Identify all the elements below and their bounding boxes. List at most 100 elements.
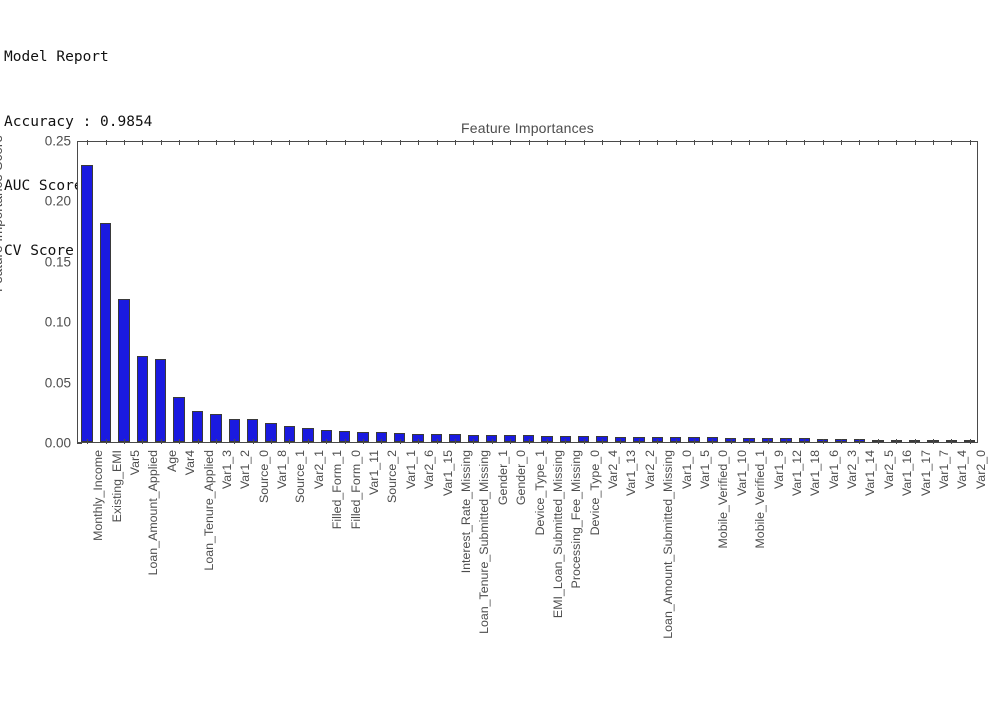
bar-slot	[814, 140, 832, 442]
y-tick-label: 0.10	[44, 314, 71, 330]
bar-slot	[483, 140, 501, 442]
bar-slot	[188, 140, 206, 442]
bar-slot	[593, 140, 611, 442]
x-tick-mark	[418, 439, 420, 444]
x-tick-mark-top	[344, 140, 346, 145]
x-tick-mark-top	[160, 140, 162, 145]
x-tick-label: Var2_2	[642, 450, 657, 490]
x-tick-mark-top	[215, 140, 217, 145]
x-tick-mark	[234, 439, 236, 444]
x-tick-label: Var1_18	[808, 450, 823, 496]
x-tick-label: Var1_16	[900, 450, 915, 496]
y-tick-mark	[77, 443, 82, 444]
x-tick-mark-top	[675, 140, 677, 145]
x-tick-mark	[730, 439, 732, 444]
bar-slot	[464, 140, 482, 442]
y-tick-label: 0.05	[44, 375, 71, 391]
x-tick-mark-top	[491, 140, 493, 145]
x-tick-mark	[933, 439, 935, 444]
x-tick-mark	[914, 439, 916, 444]
bar	[81, 165, 93, 442]
bar-slot	[905, 140, 923, 442]
x-tick-mark-top	[142, 140, 144, 145]
bar-slot	[78, 140, 96, 442]
bar-slot	[832, 140, 850, 442]
x-tick-mark	[160, 439, 162, 444]
bar	[136, 356, 149, 442]
x-tick-mark-top	[105, 140, 107, 145]
bar-slot	[446, 140, 464, 442]
x-tick-mark-top	[510, 140, 512, 145]
x-tick-mark	[785, 439, 787, 444]
bar-slot	[519, 140, 537, 442]
x-tick-mark	[142, 439, 144, 444]
y-tick-label: 0.25	[44, 133, 71, 149]
bar-slot	[225, 140, 243, 442]
x-tick-mark-top	[933, 140, 935, 145]
x-tick-label: Source_0	[256, 450, 271, 504]
bar-series	[78, 142, 977, 442]
x-tick-mark	[123, 439, 125, 444]
bar-slot	[427, 140, 445, 442]
bar-slot	[409, 140, 427, 442]
bar-slot	[299, 140, 317, 442]
x-tick-mark	[749, 439, 751, 444]
x-tick-mark-top	[730, 140, 732, 145]
x-tick-label: Source_2	[385, 450, 400, 504]
x-tick-mark-top	[234, 140, 236, 145]
x-tick-label: Var1_6	[826, 450, 841, 490]
bar-slot	[372, 140, 390, 442]
x-tick-mark-top	[620, 140, 622, 145]
x-tick-mark-top	[528, 140, 530, 145]
x-tick-mark-top	[749, 140, 751, 145]
bar-slot	[501, 140, 519, 442]
x-tick-mark	[491, 439, 493, 444]
bar-slot	[795, 140, 813, 442]
x-tick-label: Var1_12	[789, 450, 804, 496]
x-tick-label: Source_1	[293, 450, 308, 504]
x-tick-mark	[841, 439, 843, 444]
bar-slot	[961, 140, 979, 442]
x-tick-mark-top	[363, 140, 364, 145]
x-tick-mark-top	[87, 140, 89, 145]
x-tick-mark-top	[197, 140, 199, 145]
x-tick-mark-top	[289, 140, 291, 145]
bar-slot	[758, 140, 776, 442]
x-tick-label: Processing_Fee_Missing	[569, 450, 584, 589]
x-tick-label: Var1_15	[440, 450, 455, 496]
y-axis-label: Feature Importance Score	[0, 135, 5, 292]
x-tick-mark-top	[712, 140, 714, 145]
x-tick-label: Existing_EMI	[109, 450, 124, 523]
y-tick-label: 0.15	[44, 254, 71, 270]
x-tick-mark	[326, 439, 328, 444]
y-tick-label: 0.00	[44, 435, 71, 451]
bar-slot	[703, 140, 721, 442]
x-tick-mark-top	[951, 140, 953, 145]
x-tick-label: Mobile_Verified_0	[716, 450, 731, 549]
x-tick-label: Var1_13	[624, 450, 639, 496]
x-tick-mark-top	[546, 140, 548, 145]
x-tick-mark-top	[307, 140, 309, 145]
bar	[118, 299, 130, 442]
x-tick-label: Loan_Tenure_Submitted_Missing	[477, 450, 492, 634]
x-tick-label: Var1_11	[367, 450, 381, 496]
x-tick-mark-top	[859, 140, 861, 145]
x-tick-mark	[363, 439, 364, 444]
x-tick-mark	[804, 439, 806, 444]
x-tick-label: Gender_0	[514, 450, 529, 506]
bar-slot	[133, 140, 151, 442]
x-tick-label: Var1_3	[219, 450, 234, 490]
bar-slot	[722, 140, 740, 442]
bar-slot	[666, 140, 684, 442]
bar-slot	[152, 140, 170, 442]
bar-slot	[280, 140, 298, 442]
x-tick-mark-top	[565, 140, 567, 145]
x-tick-mark-top	[638, 140, 640, 145]
x-tick-mark-top	[473, 140, 475, 145]
bar-slot	[942, 140, 960, 442]
x-tick-label: Var2_5	[881, 450, 896, 490]
x-tick-label: Loan_Tenure_Applied	[201, 450, 216, 571]
x-tick-mark	[620, 439, 622, 444]
x-tick-mark	[969, 439, 971, 444]
feature-importance-figure: Feature Importances Feature Importance S…	[0, 112, 1000, 701]
